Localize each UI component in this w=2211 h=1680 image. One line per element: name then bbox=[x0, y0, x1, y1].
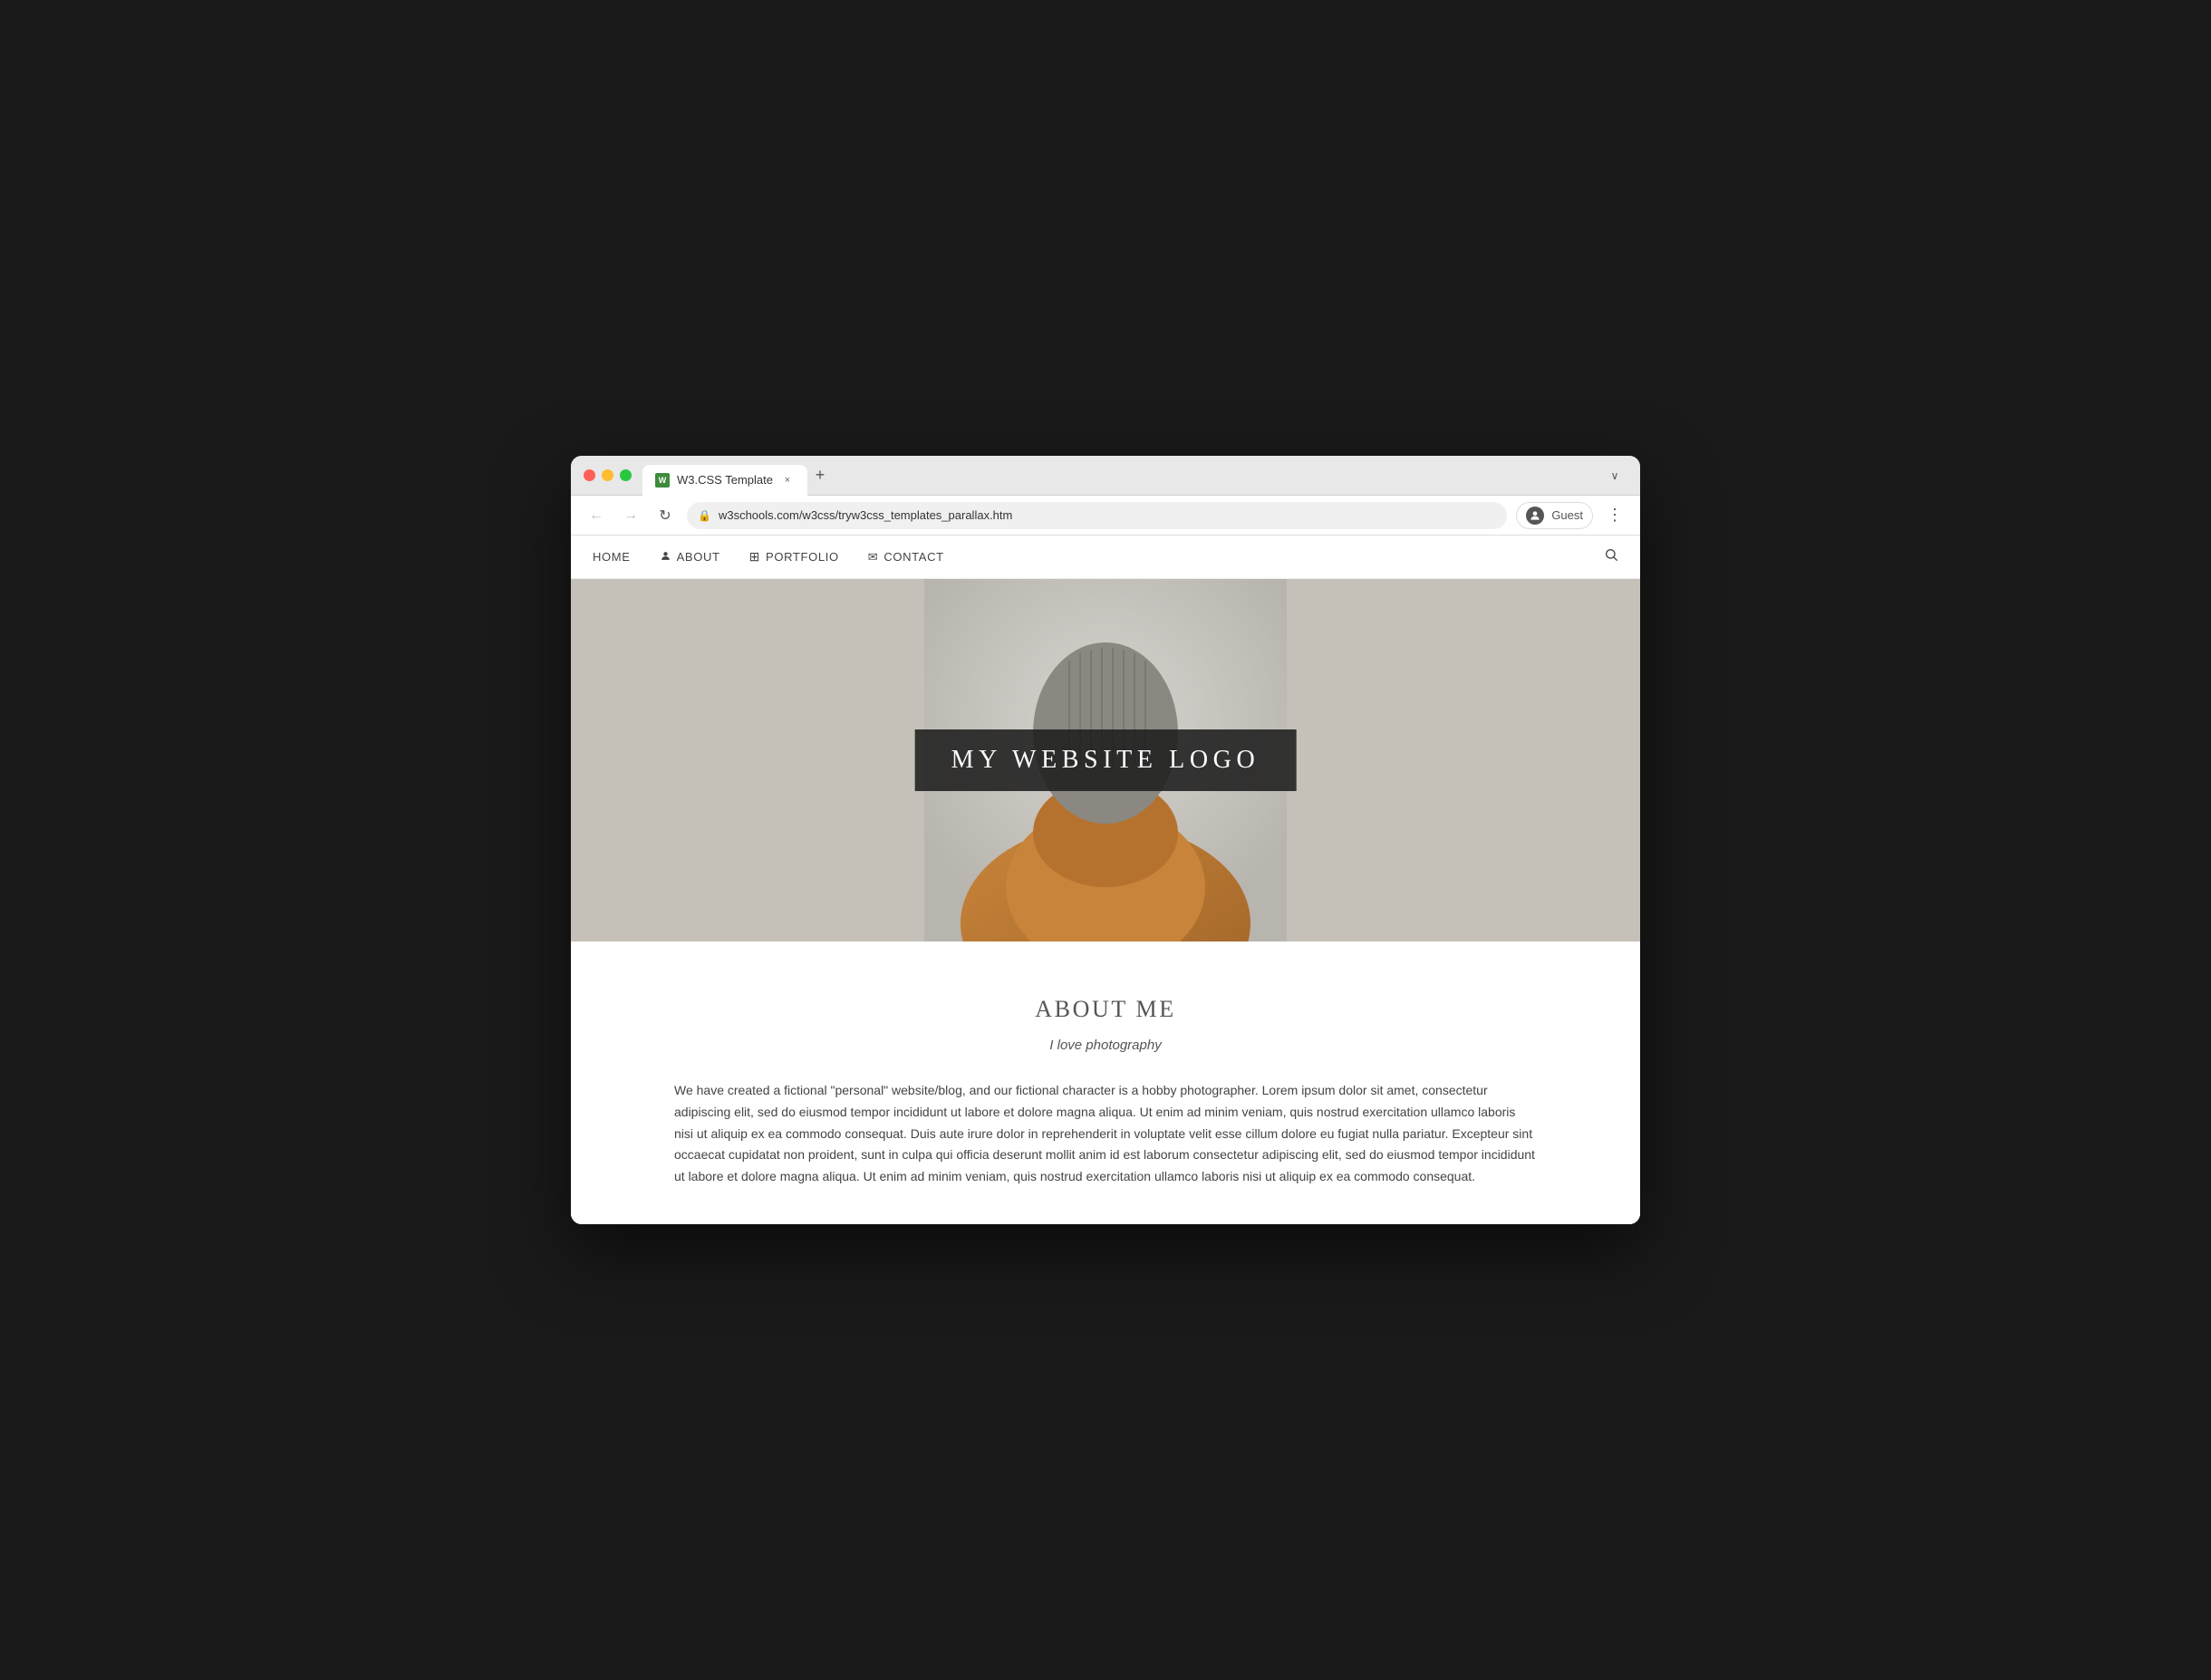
tab-area: W W3.CSS Template × + ∨ bbox=[642, 460, 1627, 491]
browser-window: W W3.CSS Template × + ∨ ← → ↻ 🔒 w3school… bbox=[571, 456, 1640, 1224]
nav-portfolio[interactable]: ⊞ PORTFOLIO bbox=[749, 549, 839, 565]
forward-button[interactable]: → bbox=[618, 503, 643, 528]
minimize-window-button[interactable] bbox=[602, 469, 613, 481]
browser-menu-button[interactable]: ⋮ bbox=[1602, 503, 1627, 528]
nav-about-label: ABOUT bbox=[677, 550, 720, 564]
contact-mail-icon: ✉ bbox=[868, 550, 879, 565]
site-navigation: HOME ABOUT ⊞ PORTFOLIO ✉ CONTACT bbox=[571, 536, 1640, 579]
maximize-window-button[interactable] bbox=[620, 469, 632, 481]
tab-favicon: W bbox=[655, 473, 670, 488]
active-tab[interactable]: W W3.CSS Template × bbox=[642, 465, 807, 496]
nav-contact[interactable]: ✉ CONTACT bbox=[868, 550, 944, 565]
profile-label: Guest bbox=[1551, 508, 1583, 522]
profile-icon bbox=[1526, 507, 1544, 525]
nav-about[interactable]: ABOUT bbox=[660, 550, 720, 565]
profile-button[interactable]: Guest bbox=[1516, 502, 1593, 529]
about-title: ABOUT ME bbox=[674, 996, 1537, 1023]
tab-close-button[interactable]: × bbox=[780, 473, 795, 488]
nav-links: HOME ABOUT ⊞ PORTFOLIO ✉ CONTACT bbox=[593, 549, 1604, 565]
close-window-button[interactable] bbox=[584, 469, 595, 481]
refresh-button[interactable]: ↻ bbox=[652, 503, 678, 528]
title-bar: W W3.CSS Template × + ∨ bbox=[571, 456, 1640, 496]
about-body-text: We have created a fictional "personal" w… bbox=[674, 1080, 1537, 1188]
window-controls bbox=[584, 469, 632, 481]
address-bar: ← → ↻ 🔒 w3schools.com/w3css/tryw3css_tem… bbox=[571, 496, 1640, 536]
search-icon[interactable] bbox=[1604, 547, 1618, 566]
back-button[interactable]: ← bbox=[584, 503, 609, 528]
about-person-icon bbox=[660, 550, 671, 565]
hero-logo-box: MY WEBSITE LOGO bbox=[915, 729, 1297, 791]
url-bar[interactable]: 🔒 w3schools.com/w3css/tryw3css_templates… bbox=[687, 502, 1507, 529]
hero-section: MY WEBSITE LOGO bbox=[571, 579, 1640, 941]
hero-logo-text: MY WEBSITE LOGO bbox=[951, 746, 1260, 774]
website-content: HOME ABOUT ⊞ PORTFOLIO ✉ CONTACT bbox=[571, 536, 1640, 1224]
url-text: w3schools.com/w3css/tryw3css_templates_p… bbox=[719, 508, 1496, 522]
portfolio-grid-icon: ⊞ bbox=[749, 549, 760, 565]
about-section: ABOUT ME I love photography We have crea… bbox=[652, 941, 1559, 1224]
nav-home[interactable]: HOME bbox=[593, 550, 631, 564]
nav-portfolio-label: PORTFOLIO bbox=[766, 550, 839, 564]
lock-icon: 🔒 bbox=[698, 509, 711, 522]
new-tab-button[interactable]: + bbox=[807, 463, 833, 488]
tab-title: W3.CSS Template bbox=[677, 473, 773, 487]
about-section-wrapper: ABOUT ME I love photography We have crea… bbox=[571, 941, 1640, 1224]
about-subtitle: I love photography bbox=[674, 1038, 1537, 1053]
tab-collapse-button[interactable]: ∨ bbox=[1602, 463, 1627, 488]
nav-contact-label: CONTACT bbox=[883, 550, 943, 564]
nav-home-label: HOME bbox=[593, 550, 631, 564]
